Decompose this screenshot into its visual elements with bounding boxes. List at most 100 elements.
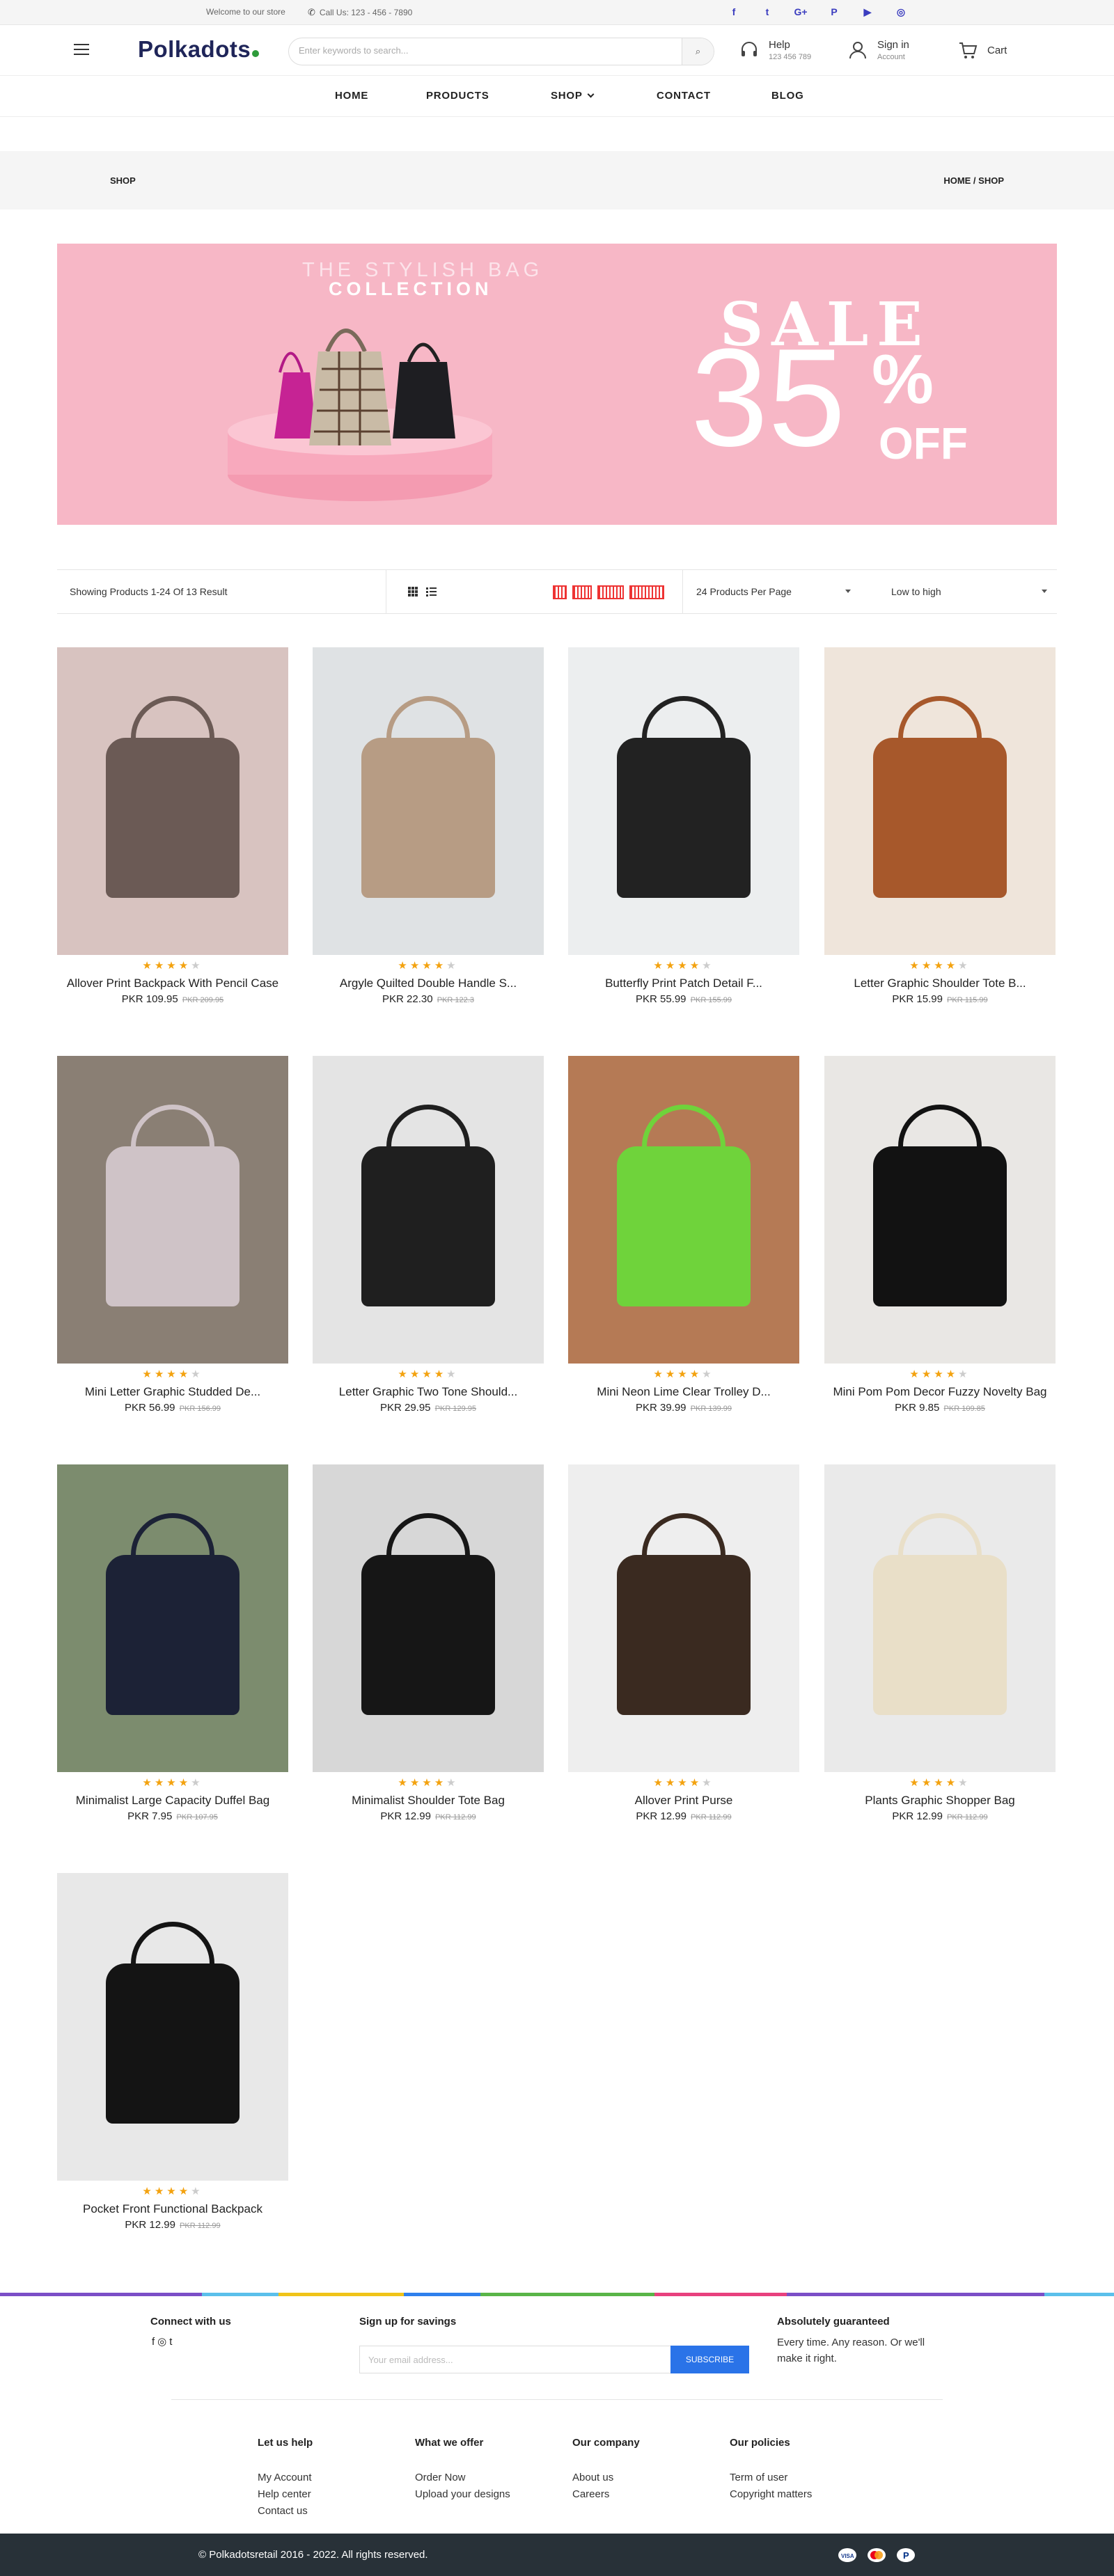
star-icon: ★ [434, 1368, 447, 1380]
footer-link[interactable]: Contact us [258, 2505, 308, 2517]
banner-off: OFF [879, 418, 968, 468]
grid-view-icon[interactable] [407, 585, 419, 598]
star-icon: ★ [434, 960, 447, 972]
product-card[interactable]: ★★★★★ Argyle Quilted Double Handle S... PK… [313, 647, 544, 1005]
product-card[interactable]: ★★★★★ Pocket Front Functional Backpack PKR… [57, 1873, 288, 2231]
product-card[interactable]: ★★★★★ Letter Graphic Shoulder Tote B... PK… [824, 647, 1056, 1005]
product-image[interactable] [57, 1464, 288, 1772]
footer-link[interactable]: My Account [258, 2472, 312, 2483]
product-image[interactable] [313, 1464, 544, 1772]
product-bag-shape [617, 1146, 751, 1306]
product-name[interactable]: Mini Pom Pom Decor Fuzzy Novelty Bag [824, 1385, 1056, 1399]
star-icon: ★ [702, 1777, 714, 1789]
nav-blog[interactable]: BLOG [771, 90, 804, 102]
star-icon: ★ [958, 960, 971, 972]
search-input[interactable] [299, 45, 675, 56]
product-name[interactable]: Mini Neon Lime Clear Trolley D... [568, 1385, 799, 1399]
chevron-down-icon [1042, 590, 1047, 593]
product-name[interactable]: Allover Print Purse [568, 1794, 799, 1808]
menu-icon[interactable] [74, 44, 89, 55]
star-icon: ★ [689, 1777, 703, 1789]
product-card[interactable]: ★★★★★ Letter Graphic Two Tone Should... PK… [313, 1056, 544, 1414]
product-image[interactable] [313, 1056, 544, 1364]
instagram-icon[interactable]: ◎ [884, 6, 918, 18]
product-image[interactable] [824, 1464, 1056, 1772]
sort-select[interactable]: Low to high [879, 578, 1057, 606]
product-image[interactable] [57, 1873, 288, 2181]
footer-link[interactable]: About us [572, 2472, 613, 2483]
product-image[interactable] [568, 1056, 799, 1364]
sale-banner[interactable]: THE STYLISH BAG COLLECTION SALE 35 % OFF [57, 244, 1057, 525]
product-image[interactable] [57, 647, 288, 955]
footer-link[interactable]: Careers [572, 2488, 609, 2500]
product-card[interactable]: ★★★★★ Allover Print Purse PKR 12.99 PKR 11… [568, 1464, 799, 1822]
facebook-icon[interactable]: f [717, 6, 751, 18]
product-image[interactable] [824, 647, 1056, 955]
breadcrumb[interactable]: HOME / SHOP [943, 175, 1004, 186]
help-link[interactable]: Help 123 456 789 [739, 38, 823, 65]
youtube-icon[interactable]: ▶ [851, 6, 884, 18]
nav-home[interactable]: HOME [335, 90, 368, 102]
product-name[interactable]: Letter Graphic Two Tone Should... [313, 1385, 544, 1399]
columns-3-icon[interactable] [572, 585, 592, 599]
product-card[interactable]: ★★★★★ Allover Print Backpack With Pencil … [57, 647, 288, 1005]
nav-contact[interactable]: CONTACT [657, 90, 711, 102]
help-label: Help [769, 39, 790, 51]
footer-social-icons[interactable]: f◎t [152, 2335, 175, 2348]
page-title: SHOP [110, 175, 136, 186]
old-price: PKR 112.99 [180, 2222, 221, 2230]
footer-link[interactable]: Help center [258, 2488, 311, 2500]
product-name[interactable]: Letter Graphic Shoulder Tote B... [824, 977, 1056, 990]
product-name[interactable]: Plants Graphic Shopper Bag [824, 1794, 1056, 1808]
product-name[interactable]: Minimalist Large Capacity Duffel Bag [57, 1794, 288, 1808]
product-name[interactable]: Butterfly Print Patch Detail F... [568, 977, 799, 990]
product-name[interactable]: Pocket Front Functional Backpack [57, 2202, 288, 2216]
pinterest-icon[interactable]: P [817, 6, 851, 18]
star-icon: ★ [166, 1368, 179, 1380]
product-card[interactable]: ★★★★★ Plants Graphic Shopper Bag PKR 12.99… [824, 1464, 1056, 1822]
column-selector [553, 585, 664, 599]
current-price: PKR 12.99 [380, 1810, 431, 1822]
google-plus-icon[interactable]: G+ [784, 6, 817, 18]
result-count: Showing Products 1-24 Of 13 Result [70, 586, 228, 597]
product-image[interactable] [568, 647, 799, 955]
footer-divider [171, 2399, 943, 2400]
search-button[interactable]: ⌕ [682, 38, 714, 65]
nav-products[interactable]: PRODUCTS [426, 90, 489, 102]
product-card[interactable]: ★★★★★ Mini Letter Graphic Studded De... PK… [57, 1056, 288, 1414]
old-price: PKR 155.99 [690, 996, 732, 1004]
twitter-icon[interactable]: t [751, 6, 784, 18]
product-card[interactable]: ★★★★★ Mini Pom Pom Decor Fuzzy Novelty Ba… [824, 1056, 1056, 1414]
product-bag-shape [106, 1555, 240, 1715]
current-price: PKR 22.30 [382, 993, 433, 1005]
current-price: PKR 12.99 [636, 1810, 687, 1822]
product-image[interactable] [313, 647, 544, 955]
product-name[interactable]: Minimalist Shoulder Tote Bag [313, 1794, 544, 1808]
product-name[interactable]: Argyle Quilted Double Handle S... [313, 977, 544, 990]
product-image[interactable] [568, 1464, 799, 1772]
footer-link[interactable]: Upload your designs [415, 2488, 510, 2500]
product-image[interactable] [57, 1056, 288, 1364]
columns-2-icon[interactable] [553, 585, 567, 599]
columns-6-icon[interactable] [629, 585, 664, 599]
list-view-icon[interactable] [425, 585, 437, 598]
product-name[interactable]: Mini Letter Graphic Studded De... [57, 1385, 288, 1399]
subscribe-button[interactable]: SUBSCRIBE [670, 2346, 749, 2373]
signin-link[interactable]: Sign in Account [848, 38, 925, 65]
logo[interactable]: Polkadots [138, 36, 260, 63]
email-field[interactable] [359, 2346, 670, 2373]
footer-link[interactable]: Copyright matters [730, 2488, 812, 2500]
product-name[interactable]: Allover Print Backpack With Pencil Case [57, 977, 288, 990]
product-card[interactable]: ★★★★★ Minimalist Large Capacity Duffel Ba… [57, 1464, 288, 1822]
nav-shop[interactable]: SHOP [551, 90, 595, 102]
footer-link[interactable]: Order Now [415, 2472, 466, 2483]
product-card[interactable]: ★★★★★ Minimalist Shoulder Tote Bag PKR 12.… [313, 1464, 544, 1822]
product-card[interactable]: ★★★★★ Butterfly Print Patch Detail F... PK… [568, 647, 799, 1005]
rating-stars: ★★★★★ [57, 959, 288, 972]
product-image[interactable] [824, 1056, 1056, 1364]
product-card[interactable]: ★★★★★ Mini Neon Lime Clear Trolley D... PK… [568, 1056, 799, 1414]
cart-link[interactable]: Cart [958, 38, 1014, 65]
footer-link[interactable]: Term of user [730, 2472, 787, 2483]
columns-4-icon[interactable] [597, 585, 624, 599]
current-price: PKR 15.99 [892, 993, 943, 1005]
